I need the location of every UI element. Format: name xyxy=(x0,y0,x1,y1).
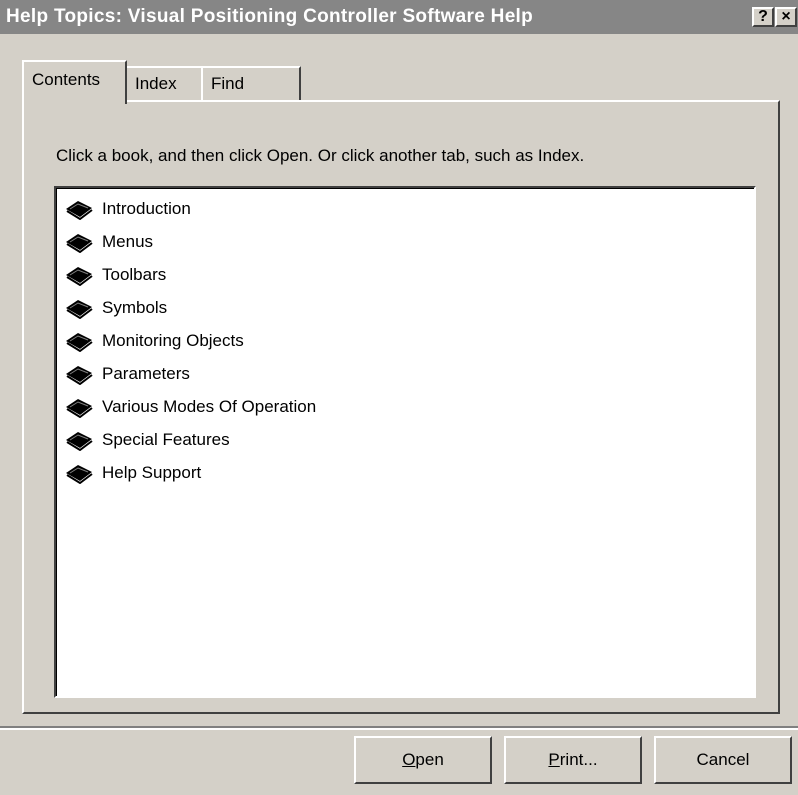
book-icon xyxy=(64,462,94,484)
book-icon xyxy=(64,297,94,319)
print-label: rint... xyxy=(559,750,598,769)
tree-item-label: Introduction xyxy=(102,198,191,218)
window-title: Help Topics: Visual Positioning Controll… xyxy=(6,6,534,27)
open-button[interactable]: Open xyxy=(354,736,492,784)
tree-item-label: Symbols xyxy=(102,297,168,317)
help-topics-dialog: Help Topics: Visual Positioning Controll… xyxy=(0,0,798,795)
book-icon xyxy=(64,264,94,286)
instruction-text: Click a book, and then click Open. Or cl… xyxy=(56,146,585,165)
contents-panel: Click a book, and then click Open. Or cl… xyxy=(22,100,780,714)
book-icon xyxy=(64,396,94,418)
tree-item-label: Help Support xyxy=(102,462,202,482)
tree-item[interactable]: Monitoring Objects xyxy=(56,324,754,357)
tree-item[interactable]: Special Features xyxy=(56,423,754,456)
tree-item-label: Monitoring Objects xyxy=(102,330,244,350)
tree-item[interactable]: Introduction xyxy=(56,192,754,225)
tree-item-label: Various Modes Of Operation xyxy=(102,396,317,416)
book-icon xyxy=(64,363,94,385)
tree-item-label: Menus xyxy=(102,231,154,251)
book-icon xyxy=(64,330,94,352)
contents-tree[interactable]: Introduction Menus Toolbars Symbols Monitori… xyxy=(54,186,756,698)
book-icon xyxy=(64,231,94,253)
tree-item-label: Special Features xyxy=(102,429,230,449)
close-button[interactable]: × xyxy=(775,7,797,27)
tab-contents[interactable]: Contents xyxy=(22,60,127,104)
tree-item[interactable]: Parameters xyxy=(56,357,754,390)
tree-item[interactable]: Various Modes Of Operation xyxy=(56,390,754,423)
tree-item[interactable]: Toolbars xyxy=(56,258,754,291)
tree-item[interactable]: Help Support xyxy=(56,456,754,489)
book-icon xyxy=(64,198,94,220)
open-label: pen xyxy=(415,750,444,769)
cancel-button[interactable]: Cancel xyxy=(654,736,792,784)
print-button[interactable]: Print... xyxy=(504,736,642,784)
help-button[interactable]: ? xyxy=(752,7,774,27)
open-mnemonic: O xyxy=(402,750,416,769)
tree-item[interactable]: Symbols xyxy=(56,291,754,324)
tab-index[interactable]: Index xyxy=(125,66,203,100)
tree-item-label: Toolbars xyxy=(102,264,167,284)
tree-item-label: Parameters xyxy=(102,363,190,383)
print-mnemonic: P xyxy=(548,750,560,769)
book-icon xyxy=(64,429,94,451)
title-bar[interactable]: Help Topics: Visual Positioning Controll… xyxy=(0,0,798,34)
tab-find[interactable]: Find xyxy=(201,66,301,100)
divider xyxy=(0,726,798,730)
tree-item[interactable]: Menus xyxy=(56,225,754,258)
